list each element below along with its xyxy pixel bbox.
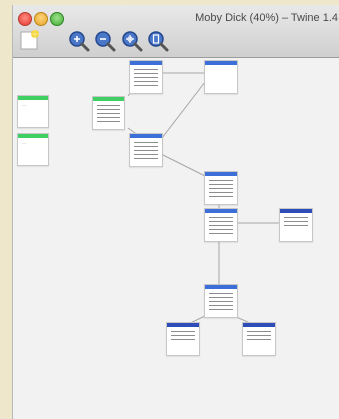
passage-card[interactable] <box>204 208 238 242</box>
maximize-window-button[interactable] <box>50 12 64 26</box>
passage-card[interactable] <box>129 133 163 167</box>
passage-card[interactable] <box>129 60 163 94</box>
zoom-fit-icon[interactable] <box>121 30 145 54</box>
passage-card[interactable] <box>204 171 238 205</box>
passage-card[interactable]: ⋯ <box>17 95 49 128</box>
passage-card[interactable] <box>279 208 313 242</box>
window-title: Moby Dick (40%) – Twine 1.4 <box>195 12 338 24</box>
story-map-canvas[interactable]: ⋯ ⋯ <box>13 58 339 419</box>
zoom-in-icon[interactable] <box>68 30 92 54</box>
new-passage-icon[interactable] <box>20 29 40 51</box>
passage-card[interactable] <box>204 60 238 94</box>
zoom-out-icon[interactable] <box>94 30 118 54</box>
passage-card[interactable] <box>166 322 200 356</box>
passage-card[interactable] <box>92 96 125 130</box>
minimize-window-button[interactable] <box>34 12 48 26</box>
passage-card[interactable] <box>242 322 276 356</box>
zoom-actual-icon[interactable] <box>147 30 171 54</box>
toolbar: Moby Dick (40%) – Twine 1.4 <box>13 5 339 58</box>
close-window-button[interactable] <box>18 12 32 26</box>
twine-window: Moby Dick (40%) – Twine 1.4 ⋯ ⋯ <box>12 5 339 419</box>
passage-card[interactable]: ⋯ <box>17 133 49 166</box>
passage-card[interactable] <box>204 284 238 318</box>
